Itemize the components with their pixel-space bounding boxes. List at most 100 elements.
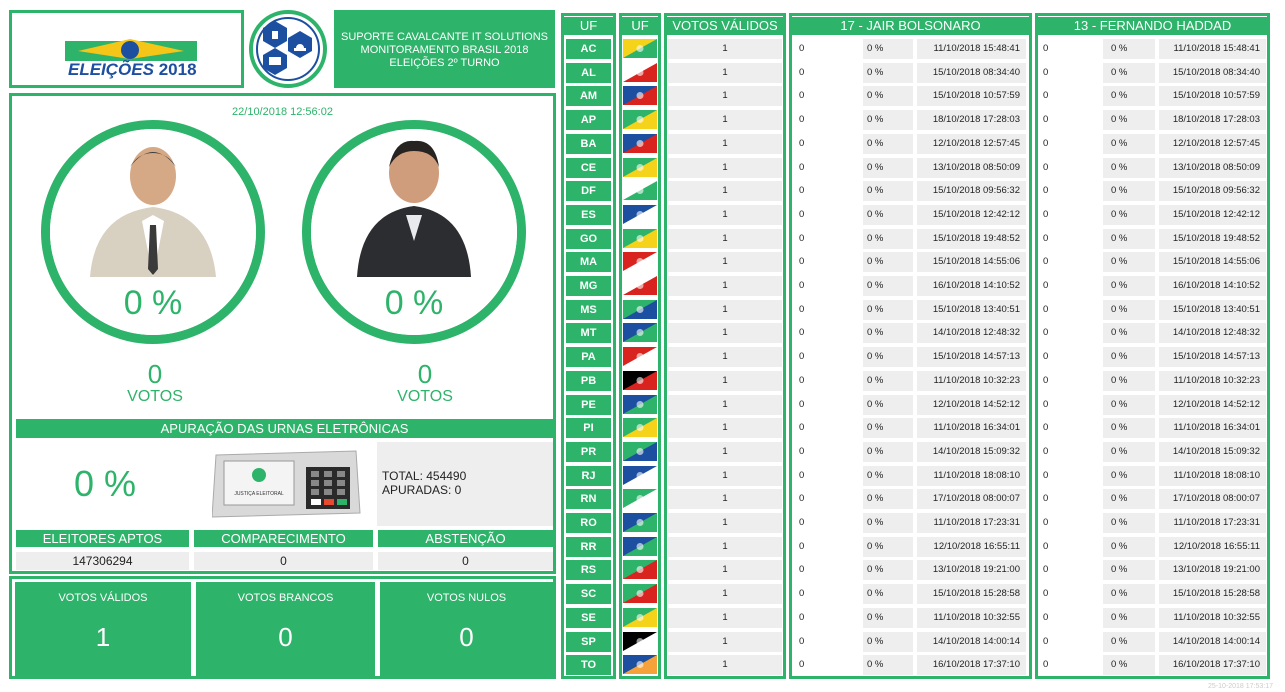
state-pb-link[interactable]: PB bbox=[566, 371, 611, 391]
state-ro-link[interactable]: RO bbox=[566, 513, 611, 533]
row-cand2-votes: 0 bbox=[1039, 158, 1099, 178]
row-cand1-pct: 0 % bbox=[863, 513, 913, 533]
row-cand1-timestamp: 14/10/2018 12:48:32 bbox=[917, 323, 1026, 343]
row-cand2-timestamp: 13/10/2018 19:21:00 bbox=[1159, 560, 1266, 580]
state-mg-link[interactable]: MG bbox=[566, 276, 611, 296]
candidate-2-votes: 0 bbox=[417, 359, 433, 389]
flag-ro-icon bbox=[623, 513, 657, 532]
flag-ma-icon bbox=[623, 252, 657, 271]
row-validos: 1 bbox=[668, 181, 782, 201]
row-cand2-votes: 0 bbox=[1039, 229, 1099, 249]
flag-al-icon bbox=[623, 63, 657, 82]
row-cand2-timestamp: 15/10/2018 08:34:40 bbox=[1159, 63, 1266, 83]
row-cand1-pct: 0 % bbox=[863, 655, 913, 675]
row-validos: 1 bbox=[668, 418, 782, 438]
row-cand2-votes: 0 bbox=[1039, 537, 1099, 557]
flag-pb-icon bbox=[623, 371, 657, 390]
state-ms-link[interactable]: MS bbox=[566, 300, 611, 320]
total-apuradas-box: TOTAL: 454490 APURADAS: 0 bbox=[377, 442, 553, 526]
row-cand1-timestamp: 14/10/2018 14:00:14 bbox=[917, 632, 1026, 652]
row-cand1-timestamp: 16/10/2018 17:37:10 bbox=[917, 655, 1026, 675]
flag-to-icon bbox=[623, 655, 657, 674]
row-cand1-votes: 0 bbox=[793, 347, 859, 367]
row-cand1-votes: 0 bbox=[793, 323, 859, 343]
state-rs-link[interactable]: RS bbox=[566, 560, 611, 580]
state-ma-link[interactable]: MA bbox=[566, 252, 611, 272]
row-cand1-votes: 0 bbox=[793, 632, 859, 652]
row-cand2-votes: 0 bbox=[1039, 181, 1099, 201]
row-validos: 1 bbox=[668, 347, 782, 367]
row-validos: 1 bbox=[668, 276, 782, 296]
row-cand1-timestamp: 15/10/2018 09:56:32 bbox=[917, 181, 1026, 201]
state-df-link[interactable]: DF bbox=[566, 181, 611, 201]
state-ba-link[interactable]: BA bbox=[566, 134, 611, 154]
row-cand1-pct: 0 % bbox=[863, 466, 913, 486]
row-cand2-timestamp: 17/10/2018 08:00:07 bbox=[1159, 489, 1266, 509]
state-pi-link[interactable]: PI bbox=[566, 418, 611, 438]
candidate-1-circle: 0 % bbox=[41, 120, 265, 344]
row-cand1-votes: 0 bbox=[793, 608, 859, 628]
row-cand2-pct: 0 % bbox=[1103, 395, 1155, 415]
row-cand1-timestamp: 12/10/2018 12:57:45 bbox=[917, 134, 1026, 154]
row-cand1-votes: 0 bbox=[793, 560, 859, 580]
row-cand1-votes: 0 bbox=[793, 252, 859, 272]
company-logo bbox=[244, 10, 334, 88]
stat-eleitores-label: ELEITORES APTOS bbox=[16, 530, 189, 547]
flag-se-icon bbox=[623, 608, 657, 627]
stat-comparecimento-value: 0 bbox=[194, 552, 373, 570]
row-cand2-timestamp: 12/10/2018 14:52:12 bbox=[1159, 395, 1266, 415]
logo-text-year: 2018 bbox=[158, 60, 197, 79]
flag-df-icon bbox=[623, 181, 657, 200]
state-pr-link[interactable]: PR bbox=[566, 442, 611, 462]
state-mt-link[interactable]: MT bbox=[566, 323, 611, 343]
row-cand1-timestamp: 15/10/2018 14:55:06 bbox=[917, 252, 1026, 272]
state-go-link[interactable]: GO bbox=[566, 229, 611, 249]
row-cand2-timestamp: 11/10/2018 10:32:55 bbox=[1159, 608, 1266, 628]
row-cand2-pct: 0 % bbox=[1103, 632, 1155, 652]
state-ap-link[interactable]: AP bbox=[566, 110, 611, 130]
state-es-link[interactable]: ES bbox=[566, 205, 611, 225]
flag-pr-icon bbox=[623, 442, 657, 461]
row-cand2-pct: 0 % bbox=[1103, 347, 1155, 367]
votos-nulos-box: VOTOS NULOS 0 bbox=[380, 582, 553, 676]
flag-rr-icon bbox=[623, 537, 657, 556]
row-cand1-votes: 0 bbox=[793, 86, 859, 106]
state-ce-link[interactable]: CE bbox=[566, 158, 611, 178]
uf-header: UF bbox=[564, 17, 613, 35]
state-pa-link[interactable]: PA bbox=[566, 347, 611, 367]
row-validos: 1 bbox=[668, 489, 782, 509]
state-ac-link[interactable]: AC bbox=[566, 39, 611, 59]
votes-summary-panel: VOTOS VÁLIDOS 1 VOTOS BRANCOS 0 VOTOS NU… bbox=[9, 576, 556, 679]
candidate-2-percentage: 0 % bbox=[384, 284, 444, 322]
row-validos: 1 bbox=[668, 442, 782, 462]
state-to-link[interactable]: TO bbox=[566, 655, 611, 675]
flag-am-icon bbox=[623, 86, 657, 105]
row-cand2-timestamp: 15/10/2018 12:42:12 bbox=[1159, 205, 1266, 225]
flag-rs-icon bbox=[623, 560, 657, 579]
state-rj-link[interactable]: RJ bbox=[566, 466, 611, 486]
state-sc-link[interactable]: SC bbox=[566, 584, 611, 604]
row-cand1-votes: 0 bbox=[793, 300, 859, 320]
state-am-link[interactable]: AM bbox=[566, 86, 611, 106]
row-cand2-timestamp: 15/10/2018 10:57:59 bbox=[1159, 86, 1266, 106]
votos-brancos-label: VOTOS BRANCOS bbox=[237, 592, 334, 604]
state-al-link[interactable]: AL bbox=[566, 63, 611, 83]
state-rn-link[interactable]: RN bbox=[566, 489, 611, 509]
row-cand2-pct: 0 % bbox=[1103, 537, 1155, 557]
row-cand2-pct: 0 % bbox=[1103, 560, 1155, 580]
total-urnas: TOTAL: 454490 bbox=[382, 469, 467, 483]
candidate-1-percentage: 0 % bbox=[123, 284, 183, 322]
state-se-link[interactable]: SE bbox=[566, 608, 611, 628]
row-cand2-votes: 0 bbox=[1039, 276, 1099, 296]
row-cand2-pct: 0 % bbox=[1103, 63, 1155, 83]
flag-es-icon bbox=[623, 205, 657, 224]
candidate-1-header: 17 - JAIR BOLSONARO bbox=[792, 17, 1029, 35]
row-cand2-timestamp: 13/10/2018 08:50:09 bbox=[1159, 158, 1266, 178]
apuracao-percentage: 0 % bbox=[73, 463, 137, 504]
row-validos: 1 bbox=[668, 513, 782, 533]
state-sp-link[interactable]: SP bbox=[566, 632, 611, 652]
urnas-apuradas: APURADAS: 0 bbox=[382, 483, 462, 497]
state-pe-link[interactable]: PE bbox=[566, 395, 611, 415]
state-rr-link[interactable]: RR bbox=[566, 537, 611, 557]
row-cand1-votes: 0 bbox=[793, 276, 859, 296]
